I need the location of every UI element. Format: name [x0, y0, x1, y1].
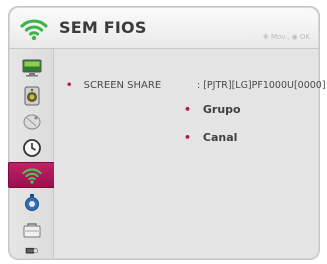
sidebar-item-lock[interactable]	[10, 216, 53, 242]
picture-icon	[22, 59, 41, 77]
screen-share-label: SCREEN SHARE	[83, 80, 162, 91]
bullet-icon: •	[184, 103, 192, 116]
navigation-hint: ✥ Mov., ◉ OK	[262, 33, 310, 41]
wifi-icon	[20, 19, 48, 41]
sidebar-item-wireless[interactable]	[8, 162, 55, 188]
sidebar-item-channel[interactable]	[10, 109, 53, 135]
settings-window: SEM FIOS ✥ Mov., ◉ OK • SCREEN SHARE: […	[8, 6, 326, 260]
channel-dish-icon	[23, 114, 40, 130]
sidebar-item-time[interactable]	[10, 135, 53, 161]
option-grupo[interactable]: • Grupo	[184, 103, 241, 116]
main-panel: • SCREEN SHARE : [PJTR][LG]PF1000U[0000]…	[54, 49, 326, 258]
screen-share-value: : [PJTR][LG]PF1000U[0000]	[197, 80, 326, 91]
sidebar-item-picture[interactable]	[10, 55, 53, 81]
wifi-icon	[21, 168, 42, 184]
lock-icon	[23, 223, 40, 238]
option-label: Canal	[202, 131, 238, 144]
hint-ok-label: OK	[299, 33, 310, 41]
sound-icon	[24, 86, 39, 106]
option-canal[interactable]: • Canal	[184, 131, 237, 144]
bullet-icon: •	[66, 80, 73, 91]
sidebar-item-option[interactable]	[10, 190, 53, 216]
header: SEM FIOS ✥ Mov., ◉ OK	[10, 8, 318, 49]
sidebar-item-sound[interactable]	[10, 83, 53, 109]
input-icon	[25, 247, 38, 254]
bullet-icon: •	[184, 131, 192, 144]
option-label: Grupo	[202, 103, 241, 116]
screen-share-row[interactable]: • SCREEN SHARE	[66, 80, 161, 91]
hint-move-label: Mov.	[270, 33, 288, 41]
page-title: SEM FIOS	[59, 18, 147, 37]
sidebar-item-input[interactable]	[10, 242, 53, 258]
option-icon	[24, 194, 39, 211]
ok-button-icon: ◉	[291, 33, 298, 41]
move-arrows-icon: ✥	[262, 33, 269, 41]
sidebar	[8, 49, 55, 258]
clock-icon	[22, 139, 41, 157]
